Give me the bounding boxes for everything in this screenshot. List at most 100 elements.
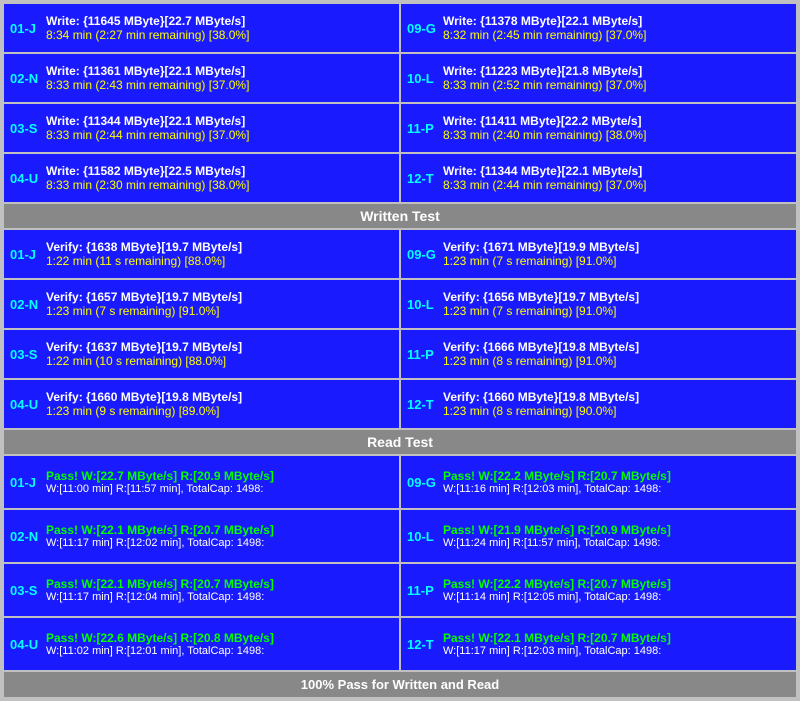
grid-cell: 01-J Pass! W:[22.7 MByte/s] R:[20.9 MByte… <box>4 456 399 508</box>
cell-label: 10-L <box>407 529 439 544</box>
verify-section: 01-JVerify: {1638 MByte}[19.7 MByte/s]1:… <box>4 230 796 454</box>
cell-content: Write: {11361 MByte}[22.1 MByte/s]8:33 m… <box>46 64 393 92</box>
cell-line2: 1:23 min (7 s remaining) [91.0%] <box>443 254 790 268</box>
cell-content: Verify: {1660 MByte}[19.8 MByte/s]1:23 m… <box>46 390 393 418</box>
cell-label: 09-G <box>407 475 439 490</box>
cell-label: 11-P <box>407 583 439 598</box>
cell-line1: Verify: {1656 MByte}[19.7 MByte/s] <box>443 290 790 304</box>
grid-cell: 11-P Write: {11411 MByte}[22.2 MByte/s]8:… <box>401 104 796 152</box>
cell-label: 10-L <box>407 297 439 312</box>
cell-content: Verify: {1666 MByte}[19.8 MByte/s]1:23 m… <box>443 340 790 368</box>
grid-cell: 01-J Write: {11645 MByte}[22.7 MByte/s]8:… <box>4 4 399 52</box>
cell-content: Write: {11411 MByte}[22.2 MByte/s]8:33 m… <box>443 114 790 142</box>
grid-cell: 09-G Pass! W:[22.2 MByte/s] R:[20.7 MByte… <box>401 456 796 508</box>
cell-line2: 1:22 min (11 s remaining) [88.0%] <box>46 254 393 268</box>
cell-content: Write: {11344 MByte}[22.1 MByte/s]8:33 m… <box>46 114 393 142</box>
cell-label: 02-N <box>10 529 42 544</box>
cell-content: Write: {11645 MByte}[22.7 MByte/s]8:34 m… <box>46 14 393 42</box>
grid-cell: 03-SVerify: {1637 MByte}[19.7 MByte/s]1:… <box>4 330 399 378</box>
cell-label: 04-U <box>10 637 42 652</box>
cell-line2: 8:32 min (2:45 min remaining) [37.0%] <box>443 28 790 42</box>
cell-line1: Write: {11361 MByte}[22.1 MByte/s] <box>46 64 393 78</box>
cell-content: Write: {11378 MByte}[22.1 MByte/s]8:32 m… <box>443 14 790 42</box>
cell-line1: Write: {11344 MByte}[22.1 MByte/s] <box>443 164 790 178</box>
cell-content: Pass! W:[22.2 MByte/s] R:[20.7 MByte/s]W… <box>443 469 790 495</box>
cell-label: 10-L <box>407 71 439 86</box>
footer-status: 100% Pass for Written and Read <box>4 672 796 697</box>
cell-line1: Pass! W:[22.7 MByte/s] R:[20.9 MByte/s] <box>46 469 393 483</box>
cell-label: 02-N <box>10 71 42 86</box>
cell-line1: Pass! W:[22.1 MByte/s] R:[20.7 MByte/s] <box>46 523 393 537</box>
read-grid: 01-J Pass! W:[22.7 MByte/s] R:[20.9 MByte… <box>4 456 796 670</box>
cell-line2: 8:33 min (2:44 min remaining) [37.0%] <box>46 128 393 142</box>
cell-line2: 1:23 min (9 s remaining) [89.0%] <box>46 404 393 418</box>
cell-label: 12-T <box>407 637 439 652</box>
write-grid: 01-JWrite: {11645 MByte}[22.7 MByte/s]8:… <box>4 4 796 202</box>
grid-cell: 02-NVerify: {1657 MByte}[19.7 MByte/s]1:… <box>4 280 399 328</box>
cell-label: 11-P <box>407 121 439 136</box>
cell-content: Verify: {1638 MByte}[19.7 MByte/s]1:22 m… <box>46 240 393 268</box>
cell-line1: Pass! W:[22.1 MByte/s] R:[20.7 MByte/s] <box>46 577 393 591</box>
cell-line1: Verify: {1660 MByte}[19.8 MByte/s] <box>46 390 393 404</box>
cell-line2: W:[11:16 min] R:[12:03 min], TotalCap: 1… <box>443 483 790 495</box>
cell-label: 02-N <box>10 297 42 312</box>
cell-line1: Pass! W:[21.9 MByte/s] R:[20.9 MByte/s] <box>443 523 790 537</box>
cell-content: Pass! W:[22.1 MByte/s] R:[20.7 MByte/s]W… <box>46 577 393 603</box>
grid-cell: 12-TVerify: {1660 MByte}[19.8 MByte/s]1:… <box>401 380 796 428</box>
cell-label: 03-S <box>10 583 42 598</box>
cell-line2: 8:34 min (2:27 min remaining) [38.0%] <box>46 28 393 42</box>
cell-line2: 1:22 min (10 s remaining) [88.0%] <box>46 354 393 368</box>
cell-content: Pass! W:[22.1 MByte/s] R:[20.7 MByte/s]W… <box>46 523 393 549</box>
cell-label: 01-J <box>10 247 42 262</box>
main-container: 01-JWrite: {11645 MByte}[22.7 MByte/s]8:… <box>0 0 800 701</box>
cell-label: 09-G <box>407 247 439 262</box>
cell-line1: Pass! W:[22.2 MByte/s] R:[20.7 MByte/s] <box>443 577 790 591</box>
cell-line2: 1:23 min (8 s remaining) [90.0%] <box>443 404 790 418</box>
cell-line1: Verify: {1638 MByte}[19.7 MByte/s] <box>46 240 393 254</box>
grid-cell: 09-G Write: {11378 MByte}[22.1 MByte/s]8:… <box>401 4 796 52</box>
grid-cell: 04-U Pass! W:[22.6 MByte/s] R:[20.8 MByte… <box>4 618 399 670</box>
grid-cell: 11-P Pass! W:[22.2 MByte/s] R:[20.7 MByte… <box>401 564 796 616</box>
cell-line1: Verify: {1637 MByte}[19.7 MByte/s] <box>46 340 393 354</box>
cell-label: 01-J <box>10 21 42 36</box>
cell-line2: 8:33 min (2:30 min remaining) [38.0%] <box>46 178 393 192</box>
read-section: 01-J Pass! W:[22.7 MByte/s] R:[20.9 MByte… <box>4 456 796 670</box>
cell-line2: W:[11:14 min] R:[12:05 min], TotalCap: 1… <box>443 591 790 603</box>
cell-line2: 8:33 min (2:40 min remaining) [38.0%] <box>443 128 790 142</box>
cell-line2: 8:33 min (2:52 min remaining) [37.0%] <box>443 78 790 92</box>
cell-content: Verify: {1671 MByte}[19.9 MByte/s]1:23 m… <box>443 240 790 268</box>
cell-line2: W:[11:02 min] R:[12:01 min], TotalCap: 1… <box>46 645 393 657</box>
cell-line1: Pass! W:[22.1 MByte/s] R:[20.7 MByte/s] <box>443 631 790 645</box>
cell-line1: Verify: {1660 MByte}[19.8 MByte/s] <box>443 390 790 404</box>
cell-content: Write: {11344 MByte}[22.1 MByte/s]8:33 m… <box>443 164 790 192</box>
cell-line2: 8:33 min (2:44 min remaining) [37.0%] <box>443 178 790 192</box>
grid-cell: 02-N Pass! W:[22.1 MByte/s] R:[20.7 MByte… <box>4 510 399 562</box>
cell-line1: Write: {11344 MByte}[22.1 MByte/s] <box>46 114 393 128</box>
grid-cell: 04-UVerify: {1660 MByte}[19.8 MByte/s]1:… <box>4 380 399 428</box>
cell-line1: Write: {11645 MByte}[22.7 MByte/s] <box>46 14 393 28</box>
cell-line2: W:[11:24 min] R:[11:57 min], TotalCap: 1… <box>443 537 790 549</box>
cell-label: 11-P <box>407 347 439 362</box>
cell-content: Verify: {1660 MByte}[19.8 MByte/s]1:23 m… <box>443 390 790 418</box>
cell-line1: Verify: {1657 MByte}[19.7 MByte/s] <box>46 290 393 304</box>
cell-line1: Verify: {1671 MByte}[19.9 MByte/s] <box>443 240 790 254</box>
grid-cell: 10-LWrite: {11223 MByte}[21.8 MByte/s]8:… <box>401 54 796 102</box>
cell-line2: 8:33 min (2:43 min remaining) [37.0%] <box>46 78 393 92</box>
cell-label: 03-S <box>10 121 42 136</box>
grid-cell: 10-L Verify: {1656 MByte}[19.7 MByte/s]1:… <box>401 280 796 328</box>
cell-line1: Verify: {1666 MByte}[19.8 MByte/s] <box>443 340 790 354</box>
cell-content: Pass! W:[21.9 MByte/s] R:[20.9 MByte/s]W… <box>443 523 790 549</box>
cell-line1: Pass! W:[22.6 MByte/s] R:[20.8 MByte/s] <box>46 631 393 645</box>
cell-content: Verify: {1656 MByte}[19.7 MByte/s]1:23 m… <box>443 290 790 318</box>
grid-cell: 01-J Verify: {1638 MByte}[19.7 MByte/s]1:… <box>4 230 399 278</box>
cell-label: 01-J <box>10 475 42 490</box>
grid-cell: 03-S Write: {11344 MByte}[22.1 MByte/s]8:… <box>4 104 399 152</box>
written-test-header: Written Test <box>4 204 796 228</box>
cell-content: Write: {11582 MByte}[22.5 MByte/s]8:33 m… <box>46 164 393 192</box>
cell-line2: 1:23 min (7 s remaining) [91.0%] <box>443 304 790 318</box>
grid-cell: 04-U Write: {11582 MByte}[22.5 MByte/s]8:… <box>4 154 399 202</box>
cell-line2: W:[11:00 min] R:[11:57 min], TotalCap: 1… <box>46 483 393 495</box>
cell-label: 09-G <box>407 21 439 36</box>
cell-label: 04-U <box>10 171 42 186</box>
cell-line1: Pass! W:[22.2 MByte/s] R:[20.7 MByte/s] <box>443 469 790 483</box>
